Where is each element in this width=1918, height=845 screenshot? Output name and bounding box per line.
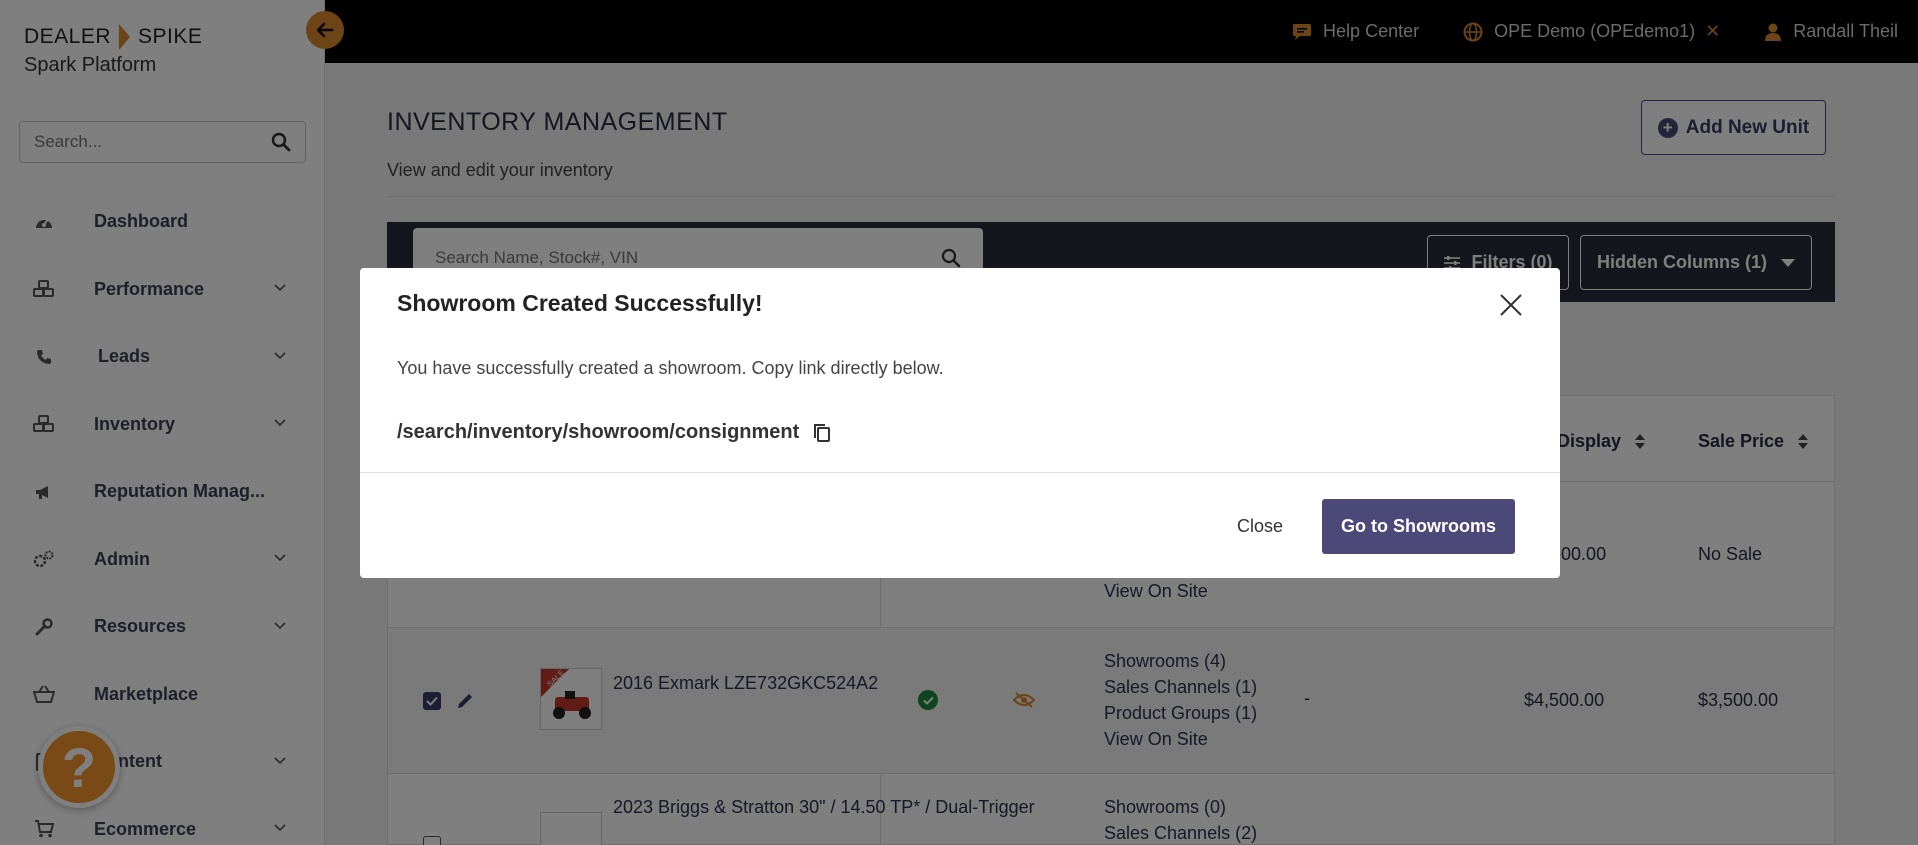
copy-icon[interactable]	[813, 423, 831, 443]
showroom-link[interactable]: /search/inventory/showroom/consignment	[397, 421, 831, 444]
modal-title: Showroom Created Successfully!	[397, 290, 763, 316]
showroom-created-modal: Showroom Created Successfully! You have …	[360, 268, 1560, 578]
close-button[interactable]: Close	[1237, 516, 1283, 537]
modal-message: You have successfully created a showroom…	[397, 358, 944, 378]
showroom-link-text[interactable]: /search/inventory/showroom/consignment	[397, 421, 799, 444]
modal-divider	[360, 472, 1560, 473]
close-icon[interactable]	[1496, 290, 1526, 320]
go-to-showrooms-button[interactable]: Go to Showrooms	[1322, 499, 1515, 554]
